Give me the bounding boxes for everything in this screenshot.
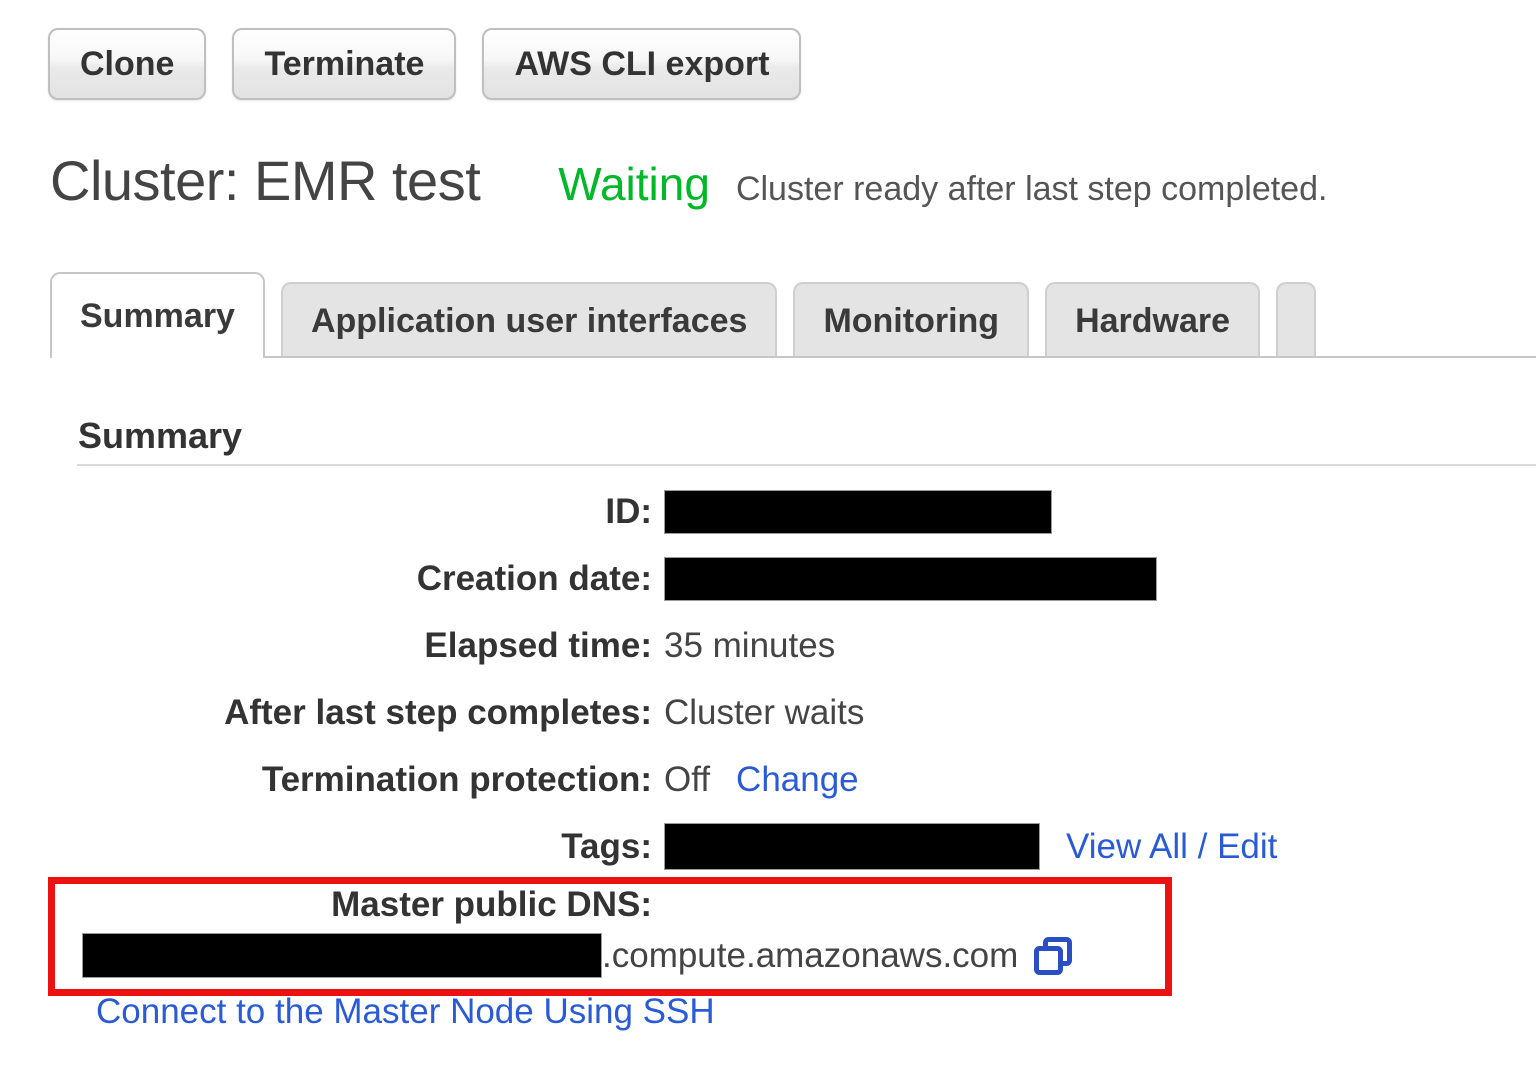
change-termination-protection-link[interactable]: Change	[736, 760, 859, 800]
summary-row-termination-protection: Termination protection: Off Change	[0, 746, 1536, 813]
summary-label-elapsed-time: Elapsed time:	[424, 625, 652, 665]
summary-row-creation-date: Creation date:	[0, 545, 1536, 612]
cluster-tabs: Summary Application user interfaces Moni…	[50, 272, 1536, 360]
summary-value-id	[658, 489, 1052, 534]
redacted-creation-date-value	[664, 556, 1157, 601]
summary-value-creation-date	[658, 556, 1157, 601]
redacted-tags-value	[664, 823, 1040, 870]
summary-value-termination-protection: Off Change	[658, 760, 859, 800]
summary-label-id: ID:	[605, 491, 652, 531]
tab-summary-label: Summary	[80, 296, 235, 335]
summary-row-after-last-step: After last step completes: Cluster waits	[0, 679, 1536, 746]
cluster-action-toolbar: Clone Terminate AWS CLI export	[48, 28, 802, 100]
summary-value-after-last-step: Cluster waits	[664, 692, 865, 732]
status-message: Cluster ready after last step completed.	[735, 170, 1328, 208]
tabs-baseline-divider	[50, 356, 1536, 358]
summary-label-termination-protection: Termination protection:	[261, 759, 652, 799]
summary-label-tags: Tags:	[561, 826, 652, 866]
tab-hardware-label: Hardware	[1075, 301, 1231, 340]
redacted-master-dns-hostname	[82, 933, 602, 978]
cluster-header: Cluster: EMR test Waiting Cluster ready …	[50, 148, 1536, 213]
tab-monitoring[interactable]: Monitoring	[793, 282, 1030, 358]
terminate-button[interactable]: Terminate	[232, 28, 457, 100]
tab-summary[interactable]: Summary	[50, 272, 265, 360]
summary-label-creation-date: Creation date:	[416, 558, 652, 598]
summary-heading-divider	[77, 464, 1536, 466]
clone-button[interactable]: Clone	[48, 28, 207, 100]
tab-application-user-interfaces[interactable]: Application user interfaces	[280, 282, 778, 358]
page-title: Cluster: EMR test	[50, 149, 481, 212]
tab-application-user-interfaces-label: Application user interfaces	[310, 301, 748, 340]
termination-protection-state: Off	[664, 759, 711, 799]
summary-row-elapsed-time: Elapsed time: 35 minutes	[0, 612, 1536, 679]
summary-value-elapsed-time: 35 minutes	[664, 625, 836, 665]
view-all-edit-tags-link[interactable]: View All / Edit	[1066, 827, 1277, 867]
summary-row-id: ID:	[0, 478, 1536, 545]
master-public-dns-label: Master public DNS:	[331, 885, 652, 924]
status-badge: Waiting	[558, 158, 710, 210]
copy-icon[interactable]	[1032, 935, 1074, 977]
summary-definition-list: ID: Creation date: Elapsed time: 35 minu…	[0, 478, 1536, 880]
summary-heading: Summary	[78, 415, 243, 456]
connect-master-node-ssh-link[interactable]: Connect to the Master Node Using SSH	[96, 992, 715, 1032]
summary-row-tags: Tags: View All / Edit	[0, 813, 1536, 880]
master-public-dns-value: .compute.amazonaws.com	[82, 933, 1074, 978]
tab-overflow-partial[interactable]	[1276, 282, 1317, 358]
tab-monitoring-label: Monitoring	[823, 301, 1000, 340]
tab-hardware[interactable]: Hardware	[1045, 282, 1261, 358]
aws-cli-export-button[interactable]: AWS CLI export	[482, 28, 802, 100]
redacted-id-value	[664, 489, 1052, 534]
summary-label-after-last-step: After last step completes:	[224, 692, 652, 732]
summary-value-tags: View All / Edit	[658, 823, 1277, 870]
master-dns-suffix: .compute.amazonaws.com	[602, 935, 1019, 975]
